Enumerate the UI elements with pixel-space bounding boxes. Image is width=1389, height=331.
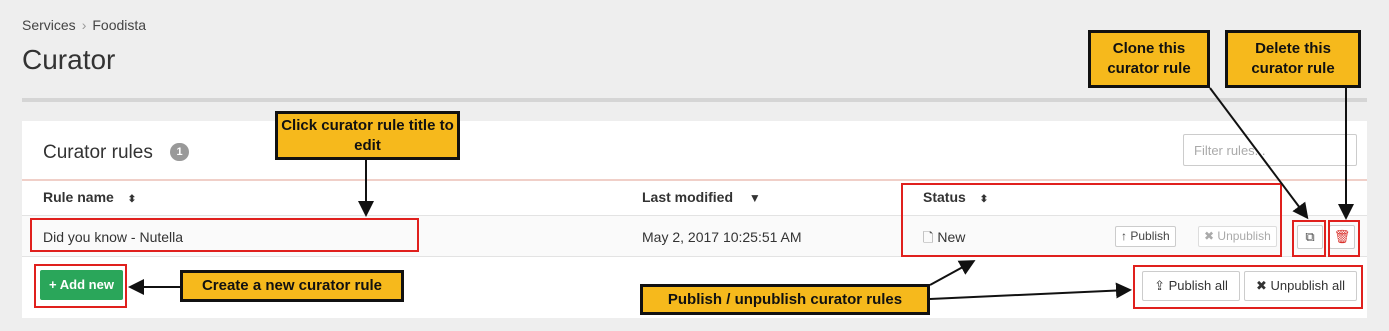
callout-delete: Delete this curator rule: [1225, 30, 1361, 88]
callout-clone: Clone this curator rule: [1088, 30, 1210, 88]
arrow-status: [929, 260, 976, 286]
callout-publish: Publish / unpublish curator rules: [640, 284, 930, 315]
callout-edit: Click curator rule title to edit: [275, 111, 460, 160]
callout-create: Create a new curator rule: [180, 270, 404, 302]
arrow-publish-all: [929, 282, 1132, 300]
arrow-clone: [1209, 87, 1309, 220]
